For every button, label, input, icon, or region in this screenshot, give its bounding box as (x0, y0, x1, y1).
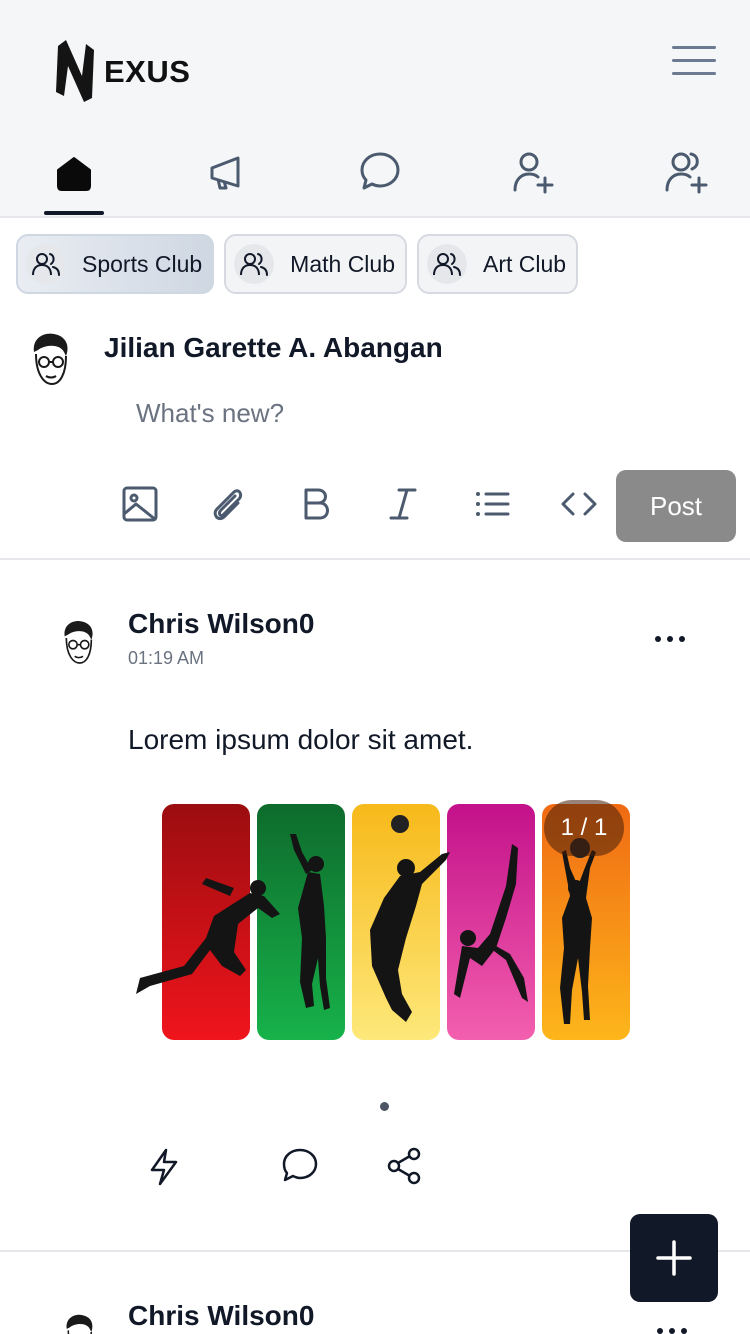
chat-bubble-icon (360, 152, 400, 190)
users-plus-icon (665, 152, 708, 194)
nav-home[interactable] (29, 138, 119, 218)
post-card: Chris Wilson0 01:19 AM Lorem ipsum dolor… (0, 560, 750, 1252)
main-nav (0, 138, 750, 218)
club-chip-math[interactable]: Math Club (224, 234, 407, 294)
post-button[interactable]: Post (616, 470, 736, 542)
image-counter: 1 / 1 (544, 800, 624, 856)
carousel-dot[interactable] (380, 1102, 389, 1111)
post-text: Lorem ipsum dolor sit amet. (128, 724, 474, 755)
hamburger-menu-button[interactable] (672, 46, 716, 82)
club-chip-label: Art Club (483, 250, 567, 277)
avatar[interactable] (58, 1312, 100, 1334)
home-icon (57, 157, 91, 191)
avatar[interactable] (24, 330, 76, 390)
club-chip-label: Sports Club (82, 250, 203, 277)
post-timestamp: 01:19 AM (128, 648, 205, 668)
create-post-button[interactable] (630, 1214, 718, 1302)
club-filter-chips: Sports Club Math Club Art Club (16, 234, 579, 294)
italic-icon[interactable] (381, 482, 425, 526)
paperclip-icon[interactable] (205, 482, 249, 526)
plus-icon (656, 1240, 692, 1276)
avatar[interactable] (56, 618, 100, 668)
post-author-name[interactable]: Chris Wilson0 (128, 608, 314, 640)
users-icon (427, 244, 467, 284)
nav-active-indicator (44, 211, 104, 215)
users-icon (26, 244, 66, 284)
nav-announcements[interactable] (183, 138, 273, 218)
image-icon[interactable] (118, 482, 162, 526)
user-plus-icon (513, 152, 554, 194)
nav-friend-requests[interactable] (642, 138, 732, 218)
logo-mark-icon (56, 40, 94, 102)
users-icon (234, 244, 275, 284)
lightning-icon[interactable] (142, 1144, 186, 1188)
comment-icon[interactable] (278, 1144, 322, 1188)
more-options-icon[interactable] (656, 1326, 688, 1334)
composer-text-input[interactable]: What's new? (136, 398, 284, 429)
club-chip-label: Math Club (290, 250, 395, 277)
nav-messages[interactable] (335, 138, 425, 218)
logo-text: EXUS (104, 54, 191, 89)
post-author-name[interactable]: Chris Wilson0 (128, 1300, 314, 1332)
logo[interactable]: EXUS (52, 38, 190, 104)
code-icon[interactable] (557, 482, 601, 526)
club-chip-art[interactable]: Art Club (417, 234, 579, 294)
club-chip-sports[interactable]: Sports Club (16, 234, 215, 294)
megaphone-icon (210, 156, 240, 190)
app-header: EXUS (0, 0, 750, 218)
nav-add-friend[interactable] (488, 138, 578, 218)
more-options-icon[interactable] (654, 634, 686, 644)
share-icon[interactable] (382, 1144, 426, 1188)
composer-user-name: Jilian Garette A. Abangan (104, 332, 443, 363)
post-composer: Jilian Garette A. Abangan What's new? Po… (0, 310, 750, 560)
bullet-list-icon[interactable] (470, 482, 514, 526)
bold-icon[interactable] (294, 482, 338, 526)
